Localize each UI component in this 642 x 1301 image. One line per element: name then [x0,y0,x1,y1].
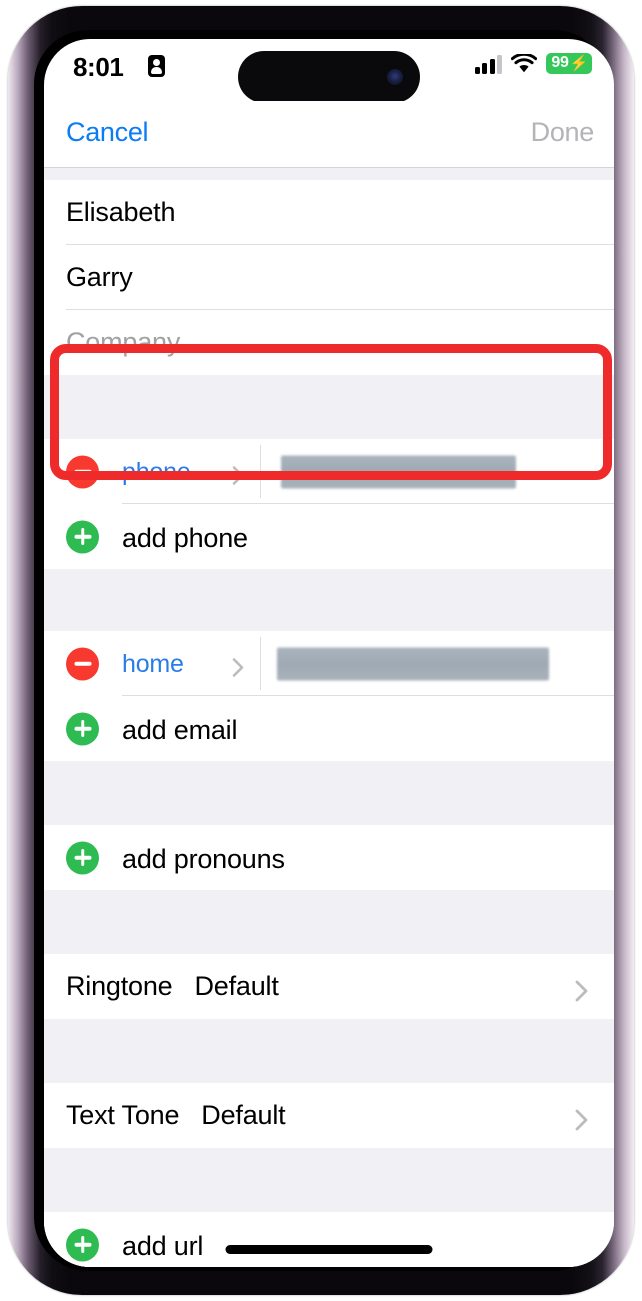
dynamic-island [238,51,420,103]
last-name-field[interactable]: Garry [44,245,614,310]
status-bar-time: 8:01 [73,52,124,82]
company-placeholder: Company [66,327,181,357]
spacer [44,569,614,631]
first-name-value: Elisabeth [66,197,176,227]
last-name-value: Garry [66,262,133,292]
spacer [44,890,614,954]
add-phone-button[interactable] [66,520,99,553]
email-section-card: home add email [44,631,614,761]
front-camera-icon [387,69,403,85]
email-entry-row[interactable]: home [44,631,614,696]
navigation-bar: Cancel Done [44,101,614,167]
ringtone-value: Default [194,971,279,1001]
spacer [44,1148,614,1212]
chevron-right-icon [574,979,590,1001]
cellular-signal-icon [474,54,503,74]
phone-entry-row[interactable]: phone [44,439,614,504]
text-tone-row[interactable]: Text Tone Default [44,1083,614,1148]
add-pronouns-row[interactable]: add pronouns [44,825,614,890]
chevron-right-icon [574,1108,590,1130]
first-name-field[interactable]: Elisabeth [44,180,614,245]
wifi-icon [511,54,538,73]
field-divider [260,445,261,498]
add-phone-row[interactable]: add phone [44,504,614,569]
phone-number-redacted [281,455,516,488]
spacer [44,1019,614,1083]
text-tone-label: Text Tone [66,1100,180,1130]
ringtone-label: Ringtone [66,971,173,1001]
done-button[interactable]: Done [531,117,595,148]
contact-card-icon [148,55,165,77]
home-indicator [225,1245,433,1254]
remove-email-button[interactable] [66,647,99,680]
add-phone-label: add phone [122,523,248,553]
edit-contact-form: Elisabeth Garry Company phone add phone … [44,168,614,1267]
battery-percentage: 99 [551,54,569,71]
add-url-row[interactable]: add url [44,1212,614,1267]
add-email-button[interactable] [66,712,99,745]
phone-section-card: phone add phone [44,439,614,569]
charging-bolt-icon: ⚡ [569,54,589,72]
texttone-card: Text Tone Default [44,1083,614,1148]
text-tone-value: Default [201,1100,286,1130]
url-section-card: add url [44,1212,614,1267]
add-url-label: add url [122,1231,204,1261]
battery-status-badge: 99 ⚡ [546,53,592,74]
name-fields-card: Elisabeth Garry Company [44,180,614,375]
spacer [44,375,614,439]
pronouns-section-card: add pronouns [44,825,614,890]
cancel-button[interactable]: Cancel [66,117,149,148]
company-field[interactable]: Company [44,310,614,375]
email-address-redacted [277,647,549,680]
add-pronouns-label: add pronouns [122,844,285,874]
add-email-label: add email [122,715,238,745]
spacer [44,761,614,825]
email-label[interactable]: home [122,650,184,679]
chevron-right-icon [232,631,248,696]
add-pronouns-button[interactable] [66,841,99,874]
phone-label[interactable]: phone [122,458,191,487]
chevron-right-icon [232,439,248,504]
field-divider [260,637,261,690]
spacer [44,168,614,180]
ringtone-card: Ringtone Default [44,954,614,1019]
remove-phone-button[interactable] [66,455,99,488]
iphone-device-frame: 8:01 99 ⚡ Cancel Done Elisabeth Garry Co… [8,6,634,1295]
add-email-row[interactable]: add email [44,696,614,761]
status-bar-indicators: 99 ⚡ [474,53,592,74]
add-url-button[interactable] [66,1228,99,1261]
device-screen: 8:01 99 ⚡ Cancel Done Elisabeth Garry Co… [44,39,614,1267]
ringtone-row[interactable]: Ringtone Default [44,954,614,1019]
